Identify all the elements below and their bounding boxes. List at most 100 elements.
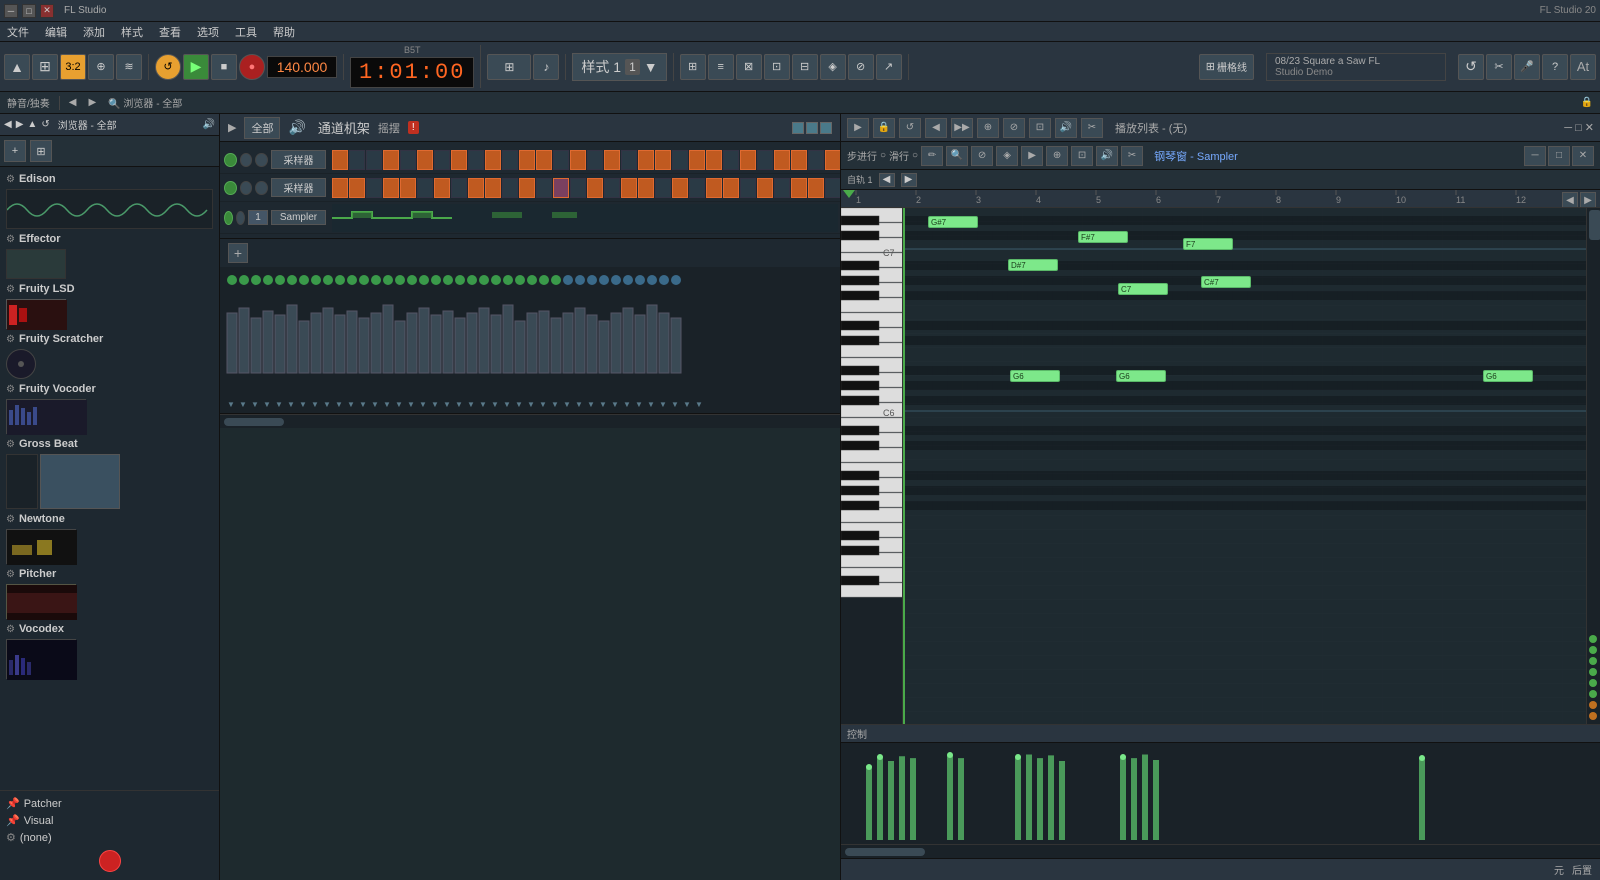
note-G6-2[interactable]: G6 [1116,370,1166,382]
scrollbar-thumb[interactable] [224,418,284,426]
panel-arrow[interactable]: ▶ [228,121,236,134]
sidebar-item-scratcher[interactable]: ⚙ Fruity Scratcher [0,331,219,347]
subtoolbar-nav-right[interactable]: ▶ [85,97,99,108]
pr-nav-1[interactable]: ▶ [847,118,869,138]
beat-2-6[interactable] [417,178,433,198]
sidebar-item-vocodex[interactable]: ⚙ Vocodex [0,621,219,637]
mode-piano[interactable]: ♪ [533,54,559,80]
tb-icon-b[interactable]: ≡ [708,54,734,80]
transport-loop[interactable]: ↺ [155,54,181,80]
note-F#7[interactable]: F#7 [1078,231,1128,243]
menu-add[interactable]: 添加 [80,24,108,40]
track-1-btn-2[interactable] [240,153,253,167]
pr-nav-6[interactable]: ⊕ [977,118,999,138]
toolbar-icon-4[interactable]: ⊕ [88,54,114,80]
pr-nav-4[interactable]: ◀ [925,118,947,138]
beat-2-22[interactable] [689,178,705,198]
menu-file[interactable]: 文件 [4,24,32,40]
pr-close-btn[interactable]: ─ [1524,146,1546,166]
pr-tool-glue[interactable]: ◈ [996,146,1018,166]
beat-1-26[interactable] [757,150,773,170]
beat-1-14[interactable] [553,150,569,170]
tb-icon-f[interactable]: ◈ [820,54,846,80]
playlist-close[interactable]: ─ □ ✕ [1564,121,1594,134]
pr-nav-2[interactable]: 🔒 [873,118,895,138]
beat-2-9[interactable] [468,178,484,198]
piano-keys-svg[interactable]: C7 C6 [841,208,903,724]
beat-2-10[interactable] [485,178,501,198]
pr-tool-select[interactable]: 🔍 [946,146,968,166]
track-1-green-btn[interactable] [224,153,237,167]
note-grid-scrollbar[interactable] [1586,208,1600,724]
track-1-btn-3[interactable] [255,153,268,167]
tb-icon-c[interactable]: ⊠ [736,54,762,80]
beat-1-9[interactable] [468,150,484,170]
pr-nav-right[interactable]: ▶ [901,173,917,187]
track-3-label[interactable]: Sampler [271,210,326,225]
sidebar-item-visual[interactable]: 📌 Visual [0,812,219,829]
beat-1-30[interactable] [825,150,840,170]
sidebar-item-edison[interactable]: ⚙ Edison [0,171,219,187]
beat-1-18[interactable] [621,150,637,170]
pr-scrollbar-thumb[interactable] [845,848,925,856]
sidebar-btn-2[interactable]: ⊞ [30,140,52,162]
sidebar-item-grossbeat[interactable]: ⚙ Gross Beat [0,436,219,452]
note-C#7[interactable]: C#7 [1201,276,1251,288]
note-F7[interactable]: F7 [1183,238,1233,250]
tb-icon-g[interactable]: ⊘ [848,54,874,80]
subtoolbar-browser[interactable]: 🔍 浏览器 - 全部 [105,95,185,110]
beat-1-21[interactable] [672,150,688,170]
beat-2-5[interactable] [400,178,416,198]
scrollbar-thumb-v[interactable] [1589,210,1600,240]
transport-play[interactable]: ▶ [183,54,209,80]
pr-nav-3[interactable]: ↺ [899,118,921,138]
sidebar-item-newtone[interactable]: ⚙ Newtone [0,511,219,527]
beat-1-25[interactable] [740,150,756,170]
toolbar-icon-3[interactable]: 3:2 [60,54,86,80]
beat-2-7[interactable] [434,178,450,198]
icon-scissors[interactable]: ✂ [1486,54,1512,80]
menu-view[interactable]: 查看 [156,24,184,40]
track-3-green-btn[interactable] [224,211,233,225]
beat-1-6[interactable] [417,150,433,170]
sidebar-item-lsd[interactable]: ⚙ Fruity LSD [0,281,219,297]
nav-forward[interactable]: ▶ [16,119,24,130]
beat-1-23[interactable] [706,150,722,170]
beat-1-5[interactable] [400,150,416,170]
beat-2-30[interactable] [825,178,840,198]
beat-1-1[interactable] [332,150,348,170]
close-btn[interactable]: ✕ [40,4,54,18]
beat-1-7[interactable] [434,150,450,170]
beat-2-19[interactable] [638,178,654,198]
note-C7-1[interactable]: C7 [1118,283,1168,295]
bpm-display[interactable]: 140.000 [267,56,337,78]
beat-1-17[interactable] [604,150,620,170]
beat-2-25[interactable] [740,178,756,198]
track-2-green-btn[interactable] [224,181,237,195]
ruler-nav-right[interactable]: ▶ [1580,192,1596,208]
beat-2-29[interactable] [808,178,824,198]
track-2-btn-3[interactable] [255,181,268,195]
sidebar-item-vocoder[interactable]: ⚙ Fruity Vocoder [0,381,219,397]
pattern-scrollbar[interactable] [220,414,840,428]
pr-nav-8[interactable]: ⊡ [1029,118,1051,138]
beat-2-15[interactable] [570,178,586,198]
beat-1-20[interactable] [655,150,671,170]
beat-2-16[interactable] [587,178,603,198]
note-G6-1[interactable]: G6 [1010,370,1060,382]
menu-style[interactable]: 样式 [118,24,146,40]
beat-1-8[interactable] [451,150,467,170]
toolbar-icon-1[interactable]: ▲ [4,54,30,80]
beat-1-13[interactable] [536,150,552,170]
toolbar-icon-2[interactable]: ⊞ [32,54,58,80]
beat-2-24[interactable] [723,178,739,198]
maximize-btn[interactable]: □ [22,4,36,18]
tb-icon-a[interactable]: ⊞ [680,54,706,80]
track-select[interactable]: 全部 [244,117,280,139]
track-2-btn-2[interactable] [240,181,253,195]
pr-nav-9[interactable]: 🔊 [1055,118,1077,138]
menu-help[interactable]: 帮助 [270,24,298,40]
pr-nav-7[interactable]: ⊘ [1003,118,1025,138]
piano-roll-scrollbar[interactable] [841,844,1600,858]
icon-help[interactable]: ? [1542,54,1568,80]
